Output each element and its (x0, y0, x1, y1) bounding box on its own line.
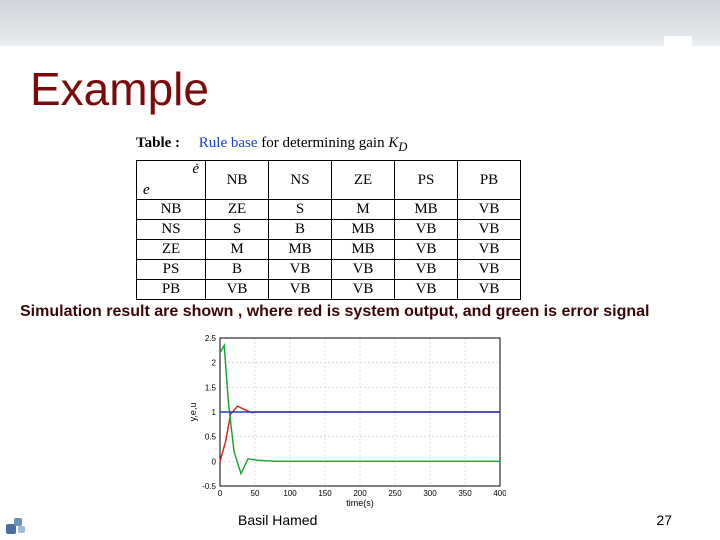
row-header: ZE (137, 240, 206, 260)
edot-label: ė (192, 161, 199, 178)
cell: VB (269, 280, 332, 300)
corner-ornament-icon (6, 516, 28, 534)
row-header: PB (137, 280, 206, 300)
cell: VB (332, 260, 395, 280)
svg-text:1.5: 1.5 (205, 383, 217, 392)
svg-text:100: 100 (283, 489, 297, 498)
cell: VB (458, 220, 521, 240)
svg-text:350: 350 (458, 489, 472, 498)
cell: VB (458, 240, 521, 260)
slide-title: Example (30, 62, 209, 116)
svg-text:150: 150 (318, 489, 332, 498)
title-bar (0, 0, 720, 46)
svg-text:400: 400 (493, 489, 506, 498)
svg-text:1: 1 (212, 408, 217, 417)
page-number: 27 (656, 512, 672, 528)
table-row: ZEMMBMBVBVB (137, 240, 521, 260)
cell: VB (395, 220, 458, 240)
col-header: PB (458, 161, 521, 200)
col-header: NS (269, 161, 332, 200)
svg-text:2: 2 (212, 359, 217, 368)
svg-text:50: 50 (251, 489, 260, 498)
cell: ZE (206, 200, 269, 220)
svg-text:2.5: 2.5 (205, 334, 217, 343)
simulation-chart: 050100150200250300350400-0.500.511.522.5… (186, 330, 506, 508)
table-corner: ė e (137, 161, 206, 200)
title-bar-notch (664, 36, 692, 62)
svg-text:0: 0 (212, 457, 217, 466)
cell: M (332, 200, 395, 220)
cell: VB (206, 280, 269, 300)
col-header: ZE (332, 161, 395, 200)
table-row: PSBVBVBVBVB (137, 260, 521, 280)
caption-mid: Rule base (199, 135, 258, 151)
cell: MB (395, 200, 458, 220)
cell: VB (395, 260, 458, 280)
caption-sym: K (388, 135, 398, 151)
table-row: PBVBVBVBVBVB (137, 280, 521, 300)
caption-prefix: Table : (136, 135, 180, 151)
simulation-note: Simulation result are shown , where red … (20, 303, 650, 321)
cell: VB (332, 280, 395, 300)
cell: B (206, 260, 269, 280)
col-header: PS (395, 161, 458, 200)
svg-text:0: 0 (218, 489, 223, 498)
footer-author: Basil Hamed (238, 512, 317, 528)
e-label: e (143, 182, 150, 199)
cell: VB (269, 260, 332, 280)
col-header: NB (206, 161, 269, 200)
cell: VB (458, 260, 521, 280)
row-header: NB (137, 200, 206, 220)
svg-text:300: 300 (423, 489, 437, 498)
caption-sub: D (398, 140, 407, 154)
cell: VB (395, 280, 458, 300)
cell: MB (332, 240, 395, 260)
row-header: PS (137, 260, 206, 280)
cell: B (269, 220, 332, 240)
table-caption: Table : Rule base for determining gain K… (136, 135, 407, 155)
cell: S (269, 200, 332, 220)
cell: VB (458, 200, 521, 220)
cell: MB (332, 220, 395, 240)
cell: MB (269, 240, 332, 260)
svg-text:time(s): time(s) (346, 498, 374, 508)
svg-text:250: 250 (388, 489, 402, 498)
cell: M (206, 240, 269, 260)
chart-svg: 050100150200250300350400-0.500.511.522.5… (186, 330, 506, 508)
svg-text:0.5: 0.5 (205, 433, 217, 442)
table-row: NBZESMMBVB (137, 200, 521, 220)
cell: VB (395, 240, 458, 260)
cell: S (206, 220, 269, 240)
row-header: NS (137, 220, 206, 240)
table-row: NSSBMBVBVB (137, 220, 521, 240)
svg-text:200: 200 (353, 489, 367, 498)
caption-tail: for determining gain (258, 135, 389, 151)
rule-table: ė e NB NS ZE PS PB NBZESMMBVB NSSBMBVBVB… (136, 160, 521, 300)
svg-text:y,e,u: y,e,u (188, 403, 198, 422)
svg-text:-0.5: -0.5 (202, 482, 216, 491)
cell: VB (458, 280, 521, 300)
